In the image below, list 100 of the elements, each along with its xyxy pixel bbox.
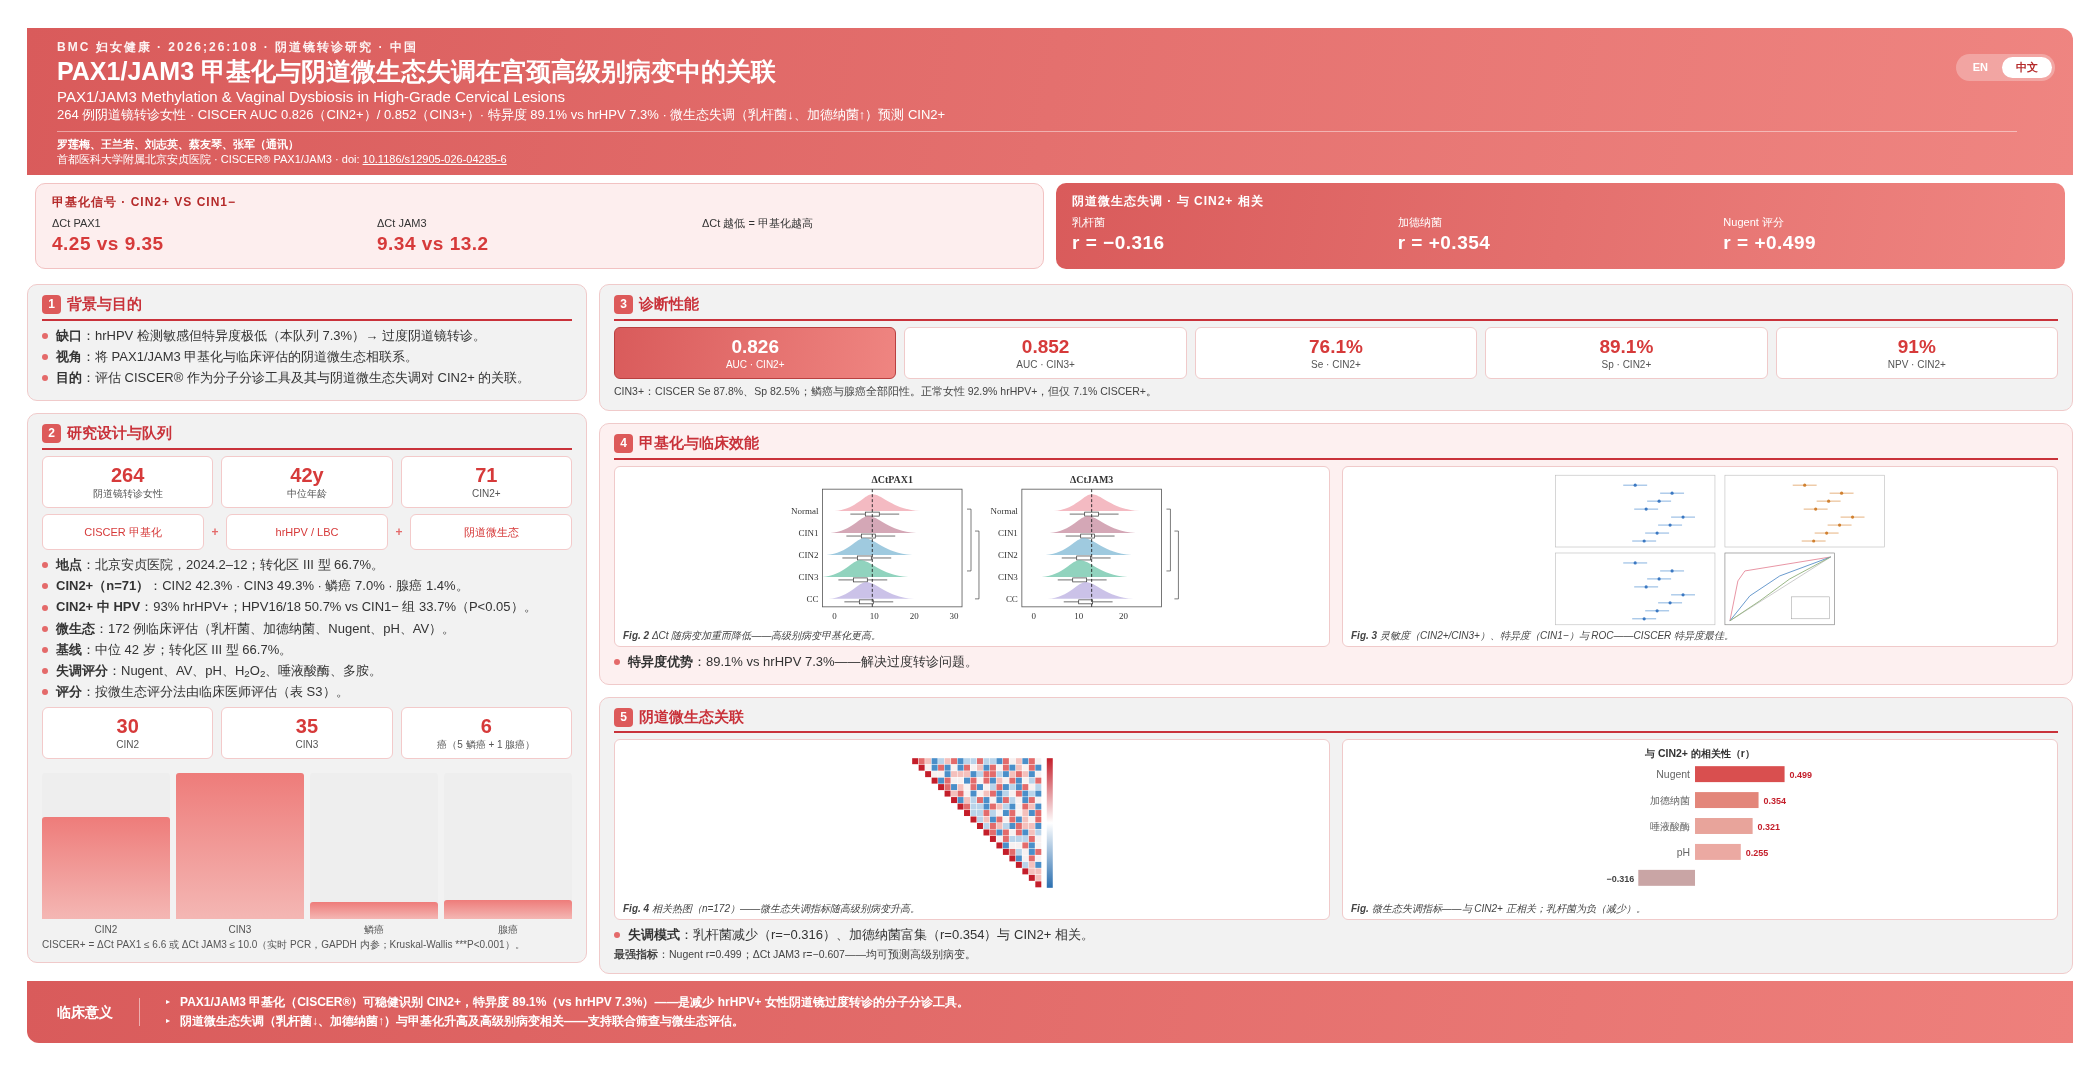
tick-label: 0 xyxy=(832,610,837,621)
estimate-marker xyxy=(1646,576,1672,581)
language-tab[interactable]: 中文 xyxy=(2002,57,2052,78)
metric-label: ΔCt 越低 = 甲基化越高 xyxy=(702,216,814,231)
value-label: 0.499 xyxy=(1789,770,1812,781)
estimate-marker xyxy=(1622,483,1648,487)
significance-bracket xyxy=(1166,508,1171,571)
estimate-marker xyxy=(1814,531,1839,535)
category-label: Nugent xyxy=(1656,769,1691,781)
value-label: −0.316 xyxy=(1606,874,1635,885)
stat-label: 阴道镜转诊女性 xyxy=(91,486,164,501)
section-title: 研究设计与队列 xyxy=(67,423,172,444)
chart-bar xyxy=(1695,844,1741,861)
box-plot xyxy=(846,533,896,538)
estimate-marker xyxy=(1840,515,1865,519)
metric-label: Nugent 评分 xyxy=(1723,215,1785,230)
metric-value: r = −0.316 xyxy=(1072,230,1166,255)
bar-label: CIN2 xyxy=(93,923,119,938)
stat-value: 6 xyxy=(479,715,493,738)
group-label: CIN2 xyxy=(997,549,1018,560)
section-number: 4 xyxy=(614,433,633,453)
box-plot xyxy=(844,599,894,604)
bullet-text: 特异度优势：89.1% vs hrHPV 7.3%——解决过度转诊问题。 xyxy=(628,652,978,671)
tick-label: 0 xyxy=(1031,610,1037,621)
bullet-text: 评分：按微生态评分法由临床医师评估（表 S3）。 xyxy=(56,683,349,702)
panel-title: ΔCtJAM3 xyxy=(1070,473,1114,485)
plus-sign: + xyxy=(394,523,404,541)
significance-bracket xyxy=(966,508,972,571)
stat-label: CIN2 xyxy=(115,738,141,753)
box-plot xyxy=(842,555,892,560)
bullet-text: 微生态：172 例临床评估（乳杆菌、加德纳菌、Nugent、pH、AV）。 xyxy=(56,619,456,638)
box-plot xyxy=(1063,599,1113,604)
method-tag: CISCER 甲基化 xyxy=(42,513,204,551)
language-tab[interactable]: EN xyxy=(1958,57,2002,78)
significance-bracket xyxy=(1174,530,1179,599)
affiliation-line: 首都医科大学附属北京安贞医院 · CISCER® PAX1/JAM3 · doi: 10.1186/s12905-026-04285-6 xyxy=(57,152,507,167)
chart-title: 与 CIN2+ 的相关性（r） xyxy=(1645,748,1755,760)
note-text: 最强指标：Nugent r=0.499；ΔCt JAM3 r=−0.607——均可预测高级别病变。 xyxy=(614,947,977,963)
estimate-marker xyxy=(1670,515,1696,519)
estimate-marker xyxy=(1657,523,1683,527)
stat-value: 30 xyxy=(115,715,140,738)
estimate-marker xyxy=(1670,592,1696,597)
estimate-marker xyxy=(1631,539,1657,543)
estimate-marker xyxy=(1633,584,1659,589)
bullet-text: 失调模式：乳杆菌减少（r=−0.316）、加德纳菌富集（r=0.354）与 CIN2+ 相关。 xyxy=(628,926,1094,945)
bar-label: 鳞癌 xyxy=(363,923,385,938)
box-plot xyxy=(1061,555,1111,560)
estimate-marker xyxy=(1644,531,1670,535)
estimate-marker xyxy=(1633,507,1659,511)
metric-value: r = +0.354 xyxy=(1397,230,1492,255)
bar-label: 腺癌 xyxy=(497,923,519,938)
tick-label: 20 xyxy=(909,610,919,621)
stat-value: 35 xyxy=(294,715,320,738)
bullet-icon xyxy=(42,646,48,653)
card-title: 甲基化信号 · CIN2+ VS CIN1− xyxy=(52,194,238,211)
estimate-marker xyxy=(1829,491,1854,495)
bullet-icon xyxy=(614,658,620,665)
section-number: 3 xyxy=(614,294,633,314)
bullet-icon xyxy=(42,332,48,339)
bullet-icon xyxy=(42,374,48,381)
metric-label: Sp · CIN2+ xyxy=(1600,358,1653,373)
metric-label: AUC · CIN2+ xyxy=(724,358,786,373)
value-label: 0.354 xyxy=(1763,796,1786,807)
bullet-icon xyxy=(42,583,48,590)
legend-box xyxy=(1791,596,1830,619)
metric-value: 76.1% xyxy=(1308,335,1364,358)
metric-label: ΔCt PAX1 xyxy=(52,216,102,231)
bullet-text: 基线：中位 42 岁；转化区 III 型 66.7%。 xyxy=(56,640,293,659)
metric-label: 乳杆菌 xyxy=(1072,215,1106,230)
section-number: 5 xyxy=(614,707,633,727)
tick-label: 10 xyxy=(869,610,879,621)
bullet-icon xyxy=(42,562,48,569)
group-label: CIN2 xyxy=(798,549,819,560)
figure-caption: Fig. 微生态失调指标——与 CIN2+ 正相关；乳杆菌为负（减少）。 xyxy=(1351,902,1647,916)
bullet-icon xyxy=(42,604,48,611)
estimate-marker xyxy=(1803,507,1829,511)
group-label: CIN1 xyxy=(798,527,819,538)
section-number: 2 xyxy=(42,423,61,443)
metric-label: Se · CIN2+ xyxy=(1310,358,1362,373)
metric-value: 89.1% xyxy=(1598,335,1655,358)
note-text: CIN3+：CISCER Se 87.8%、Sp 82.5%；鳞癌与腺癌全部阳性。正常女性 92.9% hrHPV+，但仅 7.1% CISCER+。 xyxy=(614,384,1158,400)
category-label: 唾液酸酶 xyxy=(1650,821,1691,833)
estimate-marker xyxy=(1659,491,1685,495)
footnote-text: CISCER+ = ΔCt PAX1 ≤ 6.6 或 ΔCt JAM3 ≤ 10.0（实时 PCR，GAPDH 内参；Kruskal-Wallis ***P<0.001）。 xyxy=(42,938,526,953)
banner-label: 临床意义 xyxy=(57,998,140,1027)
box-plot xyxy=(838,577,888,582)
doi-link[interactable]: 10.1186/s12905-026-04285-6 xyxy=(362,153,507,166)
group-label: CIN3 xyxy=(997,571,1018,582)
group-label: CC xyxy=(1005,593,1018,604)
triangle-icon: ▸ xyxy=(166,1015,170,1029)
group-label: CIN3 xyxy=(798,571,819,582)
value-label: 0.255 xyxy=(1745,848,1769,859)
metric-value: 91% xyxy=(1896,335,1937,358)
bullet-icon xyxy=(42,625,48,632)
group-label: Normal xyxy=(791,505,819,516)
stat-value: 71 xyxy=(474,463,499,486)
significance-bracket xyxy=(974,530,980,599)
estimate-marker xyxy=(1622,560,1648,565)
box-plot xyxy=(1069,511,1119,517)
conclusion-text: 阴道微生态失调（乳杆菌↓、加德纳菌↑）与甲基化升高及高级别病变相关——支持联合筛查与微生态评估。 xyxy=(180,1013,744,1031)
